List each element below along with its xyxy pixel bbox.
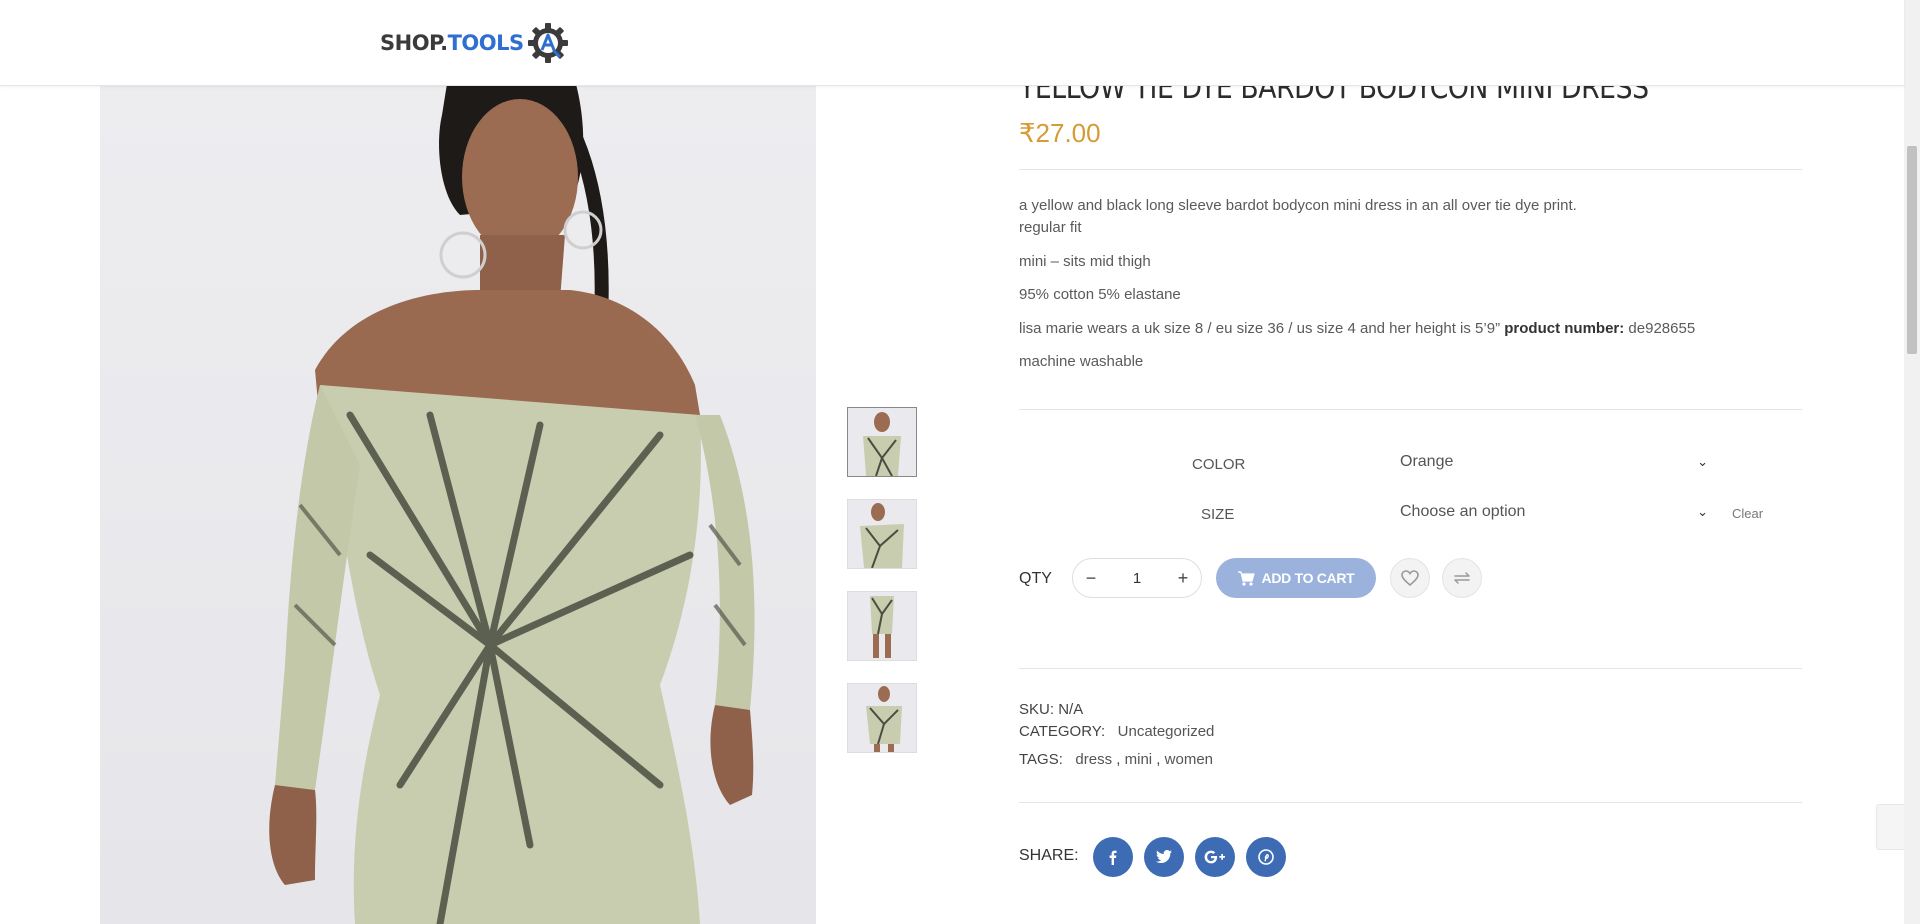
share-facebook-button[interactable] xyxy=(1093,837,1133,877)
product-main-image[interactable] xyxy=(100,85,816,924)
color-select[interactable]: Orange ⌄ xyxy=(1400,448,1712,476)
thumbnail-image xyxy=(848,500,916,568)
add-to-cart-button[interactable]: ADD TO CART xyxy=(1216,558,1376,598)
scrollbar-thumb[interactable] xyxy=(1907,146,1917,354)
page-scrollbar[interactable] xyxy=(1904,0,1920,924)
tags-label: TAGS: xyxy=(1019,751,1063,768)
tag-link[interactable]: dress xyxy=(1075,751,1112,768)
logo-text-shop: SHOP. xyxy=(380,31,448,55)
thumbnail-image xyxy=(848,684,916,752)
qty-decrease-button[interactable]: − xyxy=(1073,568,1109,589)
wishlist-button[interactable] xyxy=(1390,558,1430,598)
description-line: mini – sits mid thigh xyxy=(1019,253,1151,270)
qty-increase-button[interactable]: + xyxy=(1165,568,1201,589)
share-label: SHARE: xyxy=(1019,847,1079,864)
wishlist-heart-icon xyxy=(1401,570,1419,587)
size-label: SIZE xyxy=(1201,506,1235,523)
cart-icon xyxy=(1237,570,1255,586)
model-photo xyxy=(269,85,755,924)
site-logo[interactable]: SHOP.TOOLS A xyxy=(380,22,570,64)
tag-link[interactable]: mini xyxy=(1125,751,1153,768)
model-size-text: lisa marie wears a uk size 8 / eu size 3… xyxy=(1019,320,1501,337)
sku-value: N/A xyxy=(1058,701,1084,718)
divider xyxy=(1019,802,1802,803)
product-number-label: product number: xyxy=(1504,320,1625,337)
share-twitter-button[interactable] xyxy=(1144,837,1184,877)
thumbnail-2[interactable] xyxy=(847,499,917,569)
divider xyxy=(1019,409,1802,410)
site-header: SHOP.TOOLS A xyxy=(0,0,1904,86)
thumbnail-3[interactable] xyxy=(847,591,917,661)
quantity-stepper: − + xyxy=(1072,558,1202,598)
thumbnail-image xyxy=(848,592,916,660)
logo-text-tools: TOOLS xyxy=(447,31,525,55)
twitter-icon xyxy=(1156,850,1172,863)
tag-link[interactable]: women xyxy=(1165,751,1213,768)
chevron-down-icon: ⌄ xyxy=(1697,454,1708,469)
thumbnail-1[interactable] xyxy=(847,407,917,477)
description-line: a yellow and black long sleeve bardot bo… xyxy=(1019,197,1577,214)
sku-line: SKU: N/A xyxy=(1019,701,1083,718)
description-line: machine washable xyxy=(1019,353,1144,370)
share-google-plus-button[interactable] xyxy=(1195,837,1235,877)
share-pinterest-button[interactable] xyxy=(1246,837,1286,877)
pinterest-icon xyxy=(1258,849,1274,865)
product-price: ₹27.00 xyxy=(1019,118,1101,148)
category-line: CATEGORY: Uncategorized xyxy=(1019,723,1214,740)
thumbnail-image xyxy=(848,408,916,476)
category-link[interactable]: Uncategorized xyxy=(1118,723,1215,740)
google-plus-icon xyxy=(1204,850,1225,864)
qty-label: QTY xyxy=(1019,570,1052,587)
thumbnail-4[interactable] xyxy=(847,683,917,753)
qty-input[interactable] xyxy=(1115,568,1159,588)
size-select[interactable]: Choose an option ⌄ xyxy=(1400,498,1712,526)
size-select-value: Choose an option xyxy=(1400,503,1526,520)
tags-line: TAGS: dress , mini , women xyxy=(1019,751,1214,768)
product-thumbnails xyxy=(847,407,917,775)
facebook-icon xyxy=(1109,850,1117,865)
chevron-down-icon: ⌄ xyxy=(1697,504,1708,519)
sku-label: SKU: xyxy=(1019,701,1055,718)
color-select-value: Orange xyxy=(1400,453,1454,470)
compare-arrows-icon xyxy=(1454,572,1470,584)
divider xyxy=(1019,169,1802,170)
divider xyxy=(1019,668,1802,669)
category-label: CATEGORY: xyxy=(1019,723,1106,740)
description-line: regular fit xyxy=(1019,219,1082,236)
add-to-cart-label: ADD TO CART xyxy=(1261,570,1355,586)
clear-variations-link[interactable]: Clear xyxy=(1732,506,1763,521)
description-line: lisa marie wears a uk size 8 / eu size 3… xyxy=(1019,320,1695,337)
compare-button[interactable] xyxy=(1442,558,1482,598)
product-number-value: de928655 xyxy=(1628,320,1696,337)
description-line: 95% cotton 5% elastane xyxy=(1019,286,1181,303)
gear-logo-icon xyxy=(527,23,568,63)
color-label: COLOR xyxy=(1192,456,1246,473)
logo-wordmark: SHOP.TOOLS xyxy=(380,31,524,55)
scroll-to-top-button[interactable] xyxy=(1876,804,1904,850)
